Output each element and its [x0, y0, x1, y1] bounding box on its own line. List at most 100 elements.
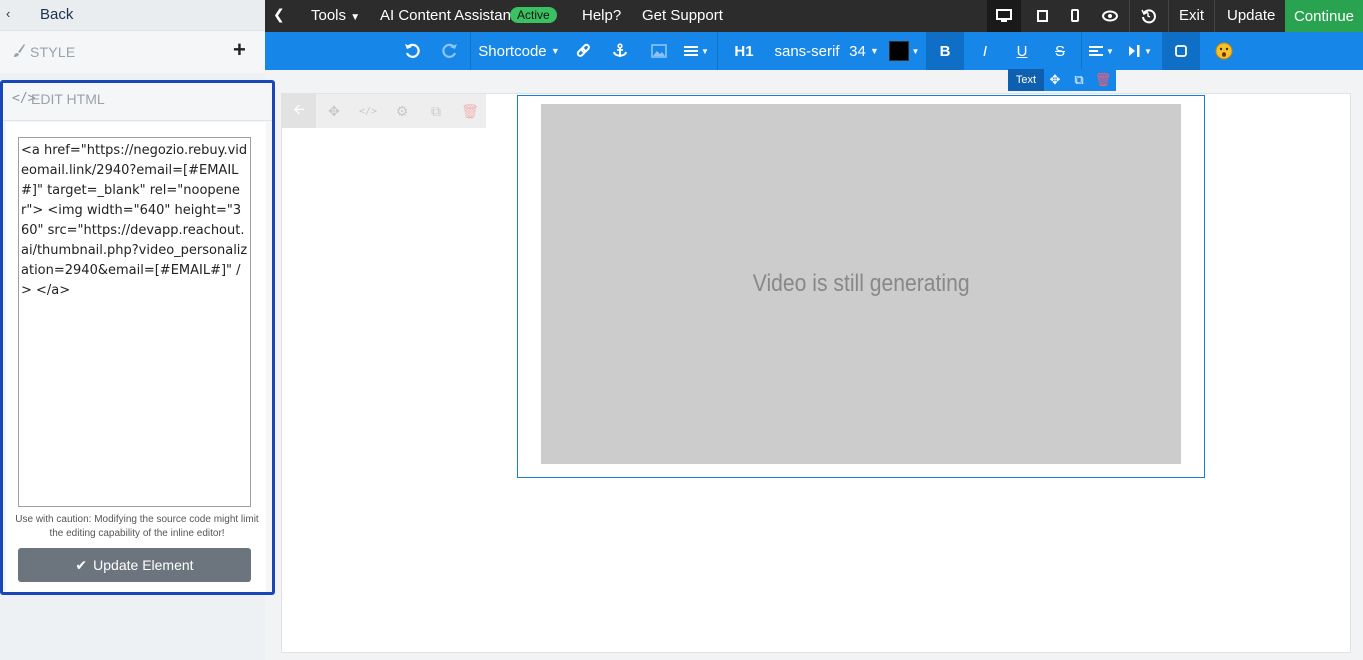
- divider: [1081, 32, 1082, 70]
- brush-icon: [14, 44, 25, 57]
- back-button[interactable]: Back: [40, 6, 73, 23]
- tablet-view-button[interactable]: [1027, 0, 1059, 32]
- divider: [1214, 0, 1215, 32]
- caret-down-icon: ▼: [911, 46, 920, 56]
- update-element-button[interactable]: ✔ Update Element: [18, 548, 251, 582]
- trash-icon[interactable]: 🗑: [1094, 71, 1112, 89]
- undo-button[interactable]: [400, 32, 424, 70]
- list-dropdown[interactable]: ▼: [681, 32, 711, 70]
- mobile-view-button[interactable]: [1059, 0, 1091, 32]
- update-button[interactable]: Update: [1227, 7, 1275, 24]
- style-section[interactable]: STYLE +: [0, 31, 265, 73]
- move-icon[interactable]: ✥: [325, 102, 343, 120]
- font-size-select[interactable]: 34 ▼: [848, 32, 880, 70]
- video-status-text: Video is still generating: [752, 270, 970, 297]
- caution-text: Use with caution: Modifying the source c…: [15, 514, 259, 539]
- indent-dropdown[interactable]: ▼: [1125, 32, 1155, 70]
- history-icon: [1141, 9, 1156, 24]
- link-button[interactable]: [572, 32, 594, 70]
- duplicate-icon[interactable]: ⧉: [1070, 71, 1088, 89]
- caret-down-icon: ▼: [701, 46, 709, 56]
- underline-button[interactable]: U: [1011, 32, 1033, 70]
- caret-down-icon: ▼: [550, 46, 560, 56]
- edit-html-title: EDIT HTML: [31, 91, 105, 107]
- style-label: STYLE: [30, 44, 76, 60]
- heading-button[interactable]: H1: [731, 32, 757, 70]
- help-link[interactable]: Help?: [582, 7, 621, 24]
- arrow-left-icon: 🡨: [293, 101, 305, 117]
- shortcode-label: Shortcode: [478, 42, 547, 60]
- undo-icon: [405, 43, 420, 58]
- html-source-textarea[interactable]: <a href="https://negozio.rebuy.videomail…: [18, 137, 251, 507]
- element-type-label: Text: [1008, 69, 1044, 91]
- edit-html-panel: </> EDIT HTML <a href="https://negozio.r…: [0, 80, 275, 595]
- status-badge: Active: [510, 7, 557, 23]
- eye-icon: [1102, 10, 1118, 22]
- bold-button[interactable]: B: [926, 32, 964, 70]
- image-button[interactable]: [648, 32, 670, 70]
- frame-button[interactable]: [1162, 32, 1200, 70]
- align-dropdown[interactable]: ▼: [1085, 32, 1117, 70]
- tools-menu[interactable]: Tools ▼: [311, 7, 360, 24]
- divider: [470, 32, 471, 70]
- font-family-select[interactable]: sans-serif: [774, 32, 840, 70]
- exit-button[interactable]: Exit: [1179, 7, 1204, 24]
- caret-down-icon: ▼: [1144, 46, 1152, 56]
- font-size-value: 34: [849, 42, 866, 60]
- divider: [1168, 0, 1169, 32]
- continue-button[interactable]: Continue: [1285, 0, 1363, 32]
- emoji-icon: [1215, 42, 1233, 60]
- left-panel: ‹ Back STYLE + </> EDIT HTML <a href="ht…: [0, 0, 275, 660]
- chevron-left-icon: ‹: [6, 6, 11, 21]
- back-row[interactable]: ‹ Back: [0, 0, 265, 31]
- block-toolbar: 🡨 ✥ </> ⚙ ⧉ 🗑: [282, 94, 486, 128]
- select-parent-button[interactable]: 🡨: [282, 94, 316, 128]
- desktop-icon: [996, 9, 1012, 22]
- video-placeholder[interactable]: Video is still generating: [541, 104, 1181, 464]
- trash-icon[interactable]: 🗑: [461, 102, 479, 120]
- tablet-icon: [1037, 10, 1048, 22]
- move-icon[interactable]: ✥: [1046, 71, 1064, 89]
- mobile-icon: [1071, 9, 1079, 22]
- italic-button[interactable]: I: [974, 32, 996, 70]
- get-support-link[interactable]: Get Support: [642, 7, 723, 24]
- shortcode-dropdown[interactable]: Shortcode ▼: [478, 32, 560, 70]
- image-icon: [651, 44, 667, 58]
- selected-video-block[interactable]: Video is still generating: [517, 95, 1205, 478]
- list-icon: [684, 46, 699, 56]
- anchor-icon: [613, 43, 627, 57]
- edit-html-body: <a href="https://negozio.rebuy.videomail…: [6, 122, 266, 592]
- gear-icon[interactable]: ⚙: [393, 102, 411, 120]
- duplicate-icon[interactable]: ⧉: [427, 102, 445, 120]
- check-icon: ✔: [75, 556, 88, 573]
- caret-down-icon: ▼: [350, 12, 361, 23]
- color-swatch: [888, 41, 909, 61]
- square-icon: [1175, 45, 1187, 57]
- code-icon[interactable]: </>: [359, 102, 377, 120]
- indent-icon: [1129, 45, 1140, 57]
- caret-down-icon: ▼: [869, 46, 879, 56]
- desktop-view-button[interactable]: [987, 0, 1021, 32]
- redo-icon: [442, 43, 457, 58]
- chevron-left-icon[interactable]: ❮: [273, 6, 285, 23]
- update-element-label: Update Element: [93, 557, 194, 573]
- redo-button[interactable]: [438, 32, 462, 70]
- align-left-icon: [1089, 46, 1104, 56]
- history-button[interactable]: [1132, 0, 1164, 32]
- expand-plus-icon[interactable]: +: [233, 39, 246, 61]
- format-toolbar: Shortcode ▼ ▼ H1 sans-serif 34 ▼ ▼ B I U…: [265, 32, 1363, 70]
- divider: [1129, 0, 1130, 32]
- emoji-button[interactable]: [1213, 32, 1235, 70]
- text-color-picker[interactable]: ▼: [887, 32, 921, 70]
- link-icon: [576, 43, 590, 57]
- edit-html-header[interactable]: </> EDIT HTML: [3, 83, 272, 121]
- ai-assistant-link[interactable]: AI Content Assistant: [380, 7, 515, 24]
- preview-button[interactable]: [1094, 0, 1126, 32]
- divider: [717, 32, 718, 70]
- element-toolbar: Text ✥ ⧉ 🗑: [1008, 69, 1116, 91]
- tools-label: Tools: [311, 7, 347, 24]
- top-toolbar: ❮ Tools ▼ AI Content Assistant Active He…: [265, 0, 1363, 32]
- strikethrough-button[interactable]: S: [1049, 32, 1071, 70]
- anchor-button[interactable]: [609, 32, 631, 70]
- caret-down-icon: ▼: [1106, 46, 1114, 56]
